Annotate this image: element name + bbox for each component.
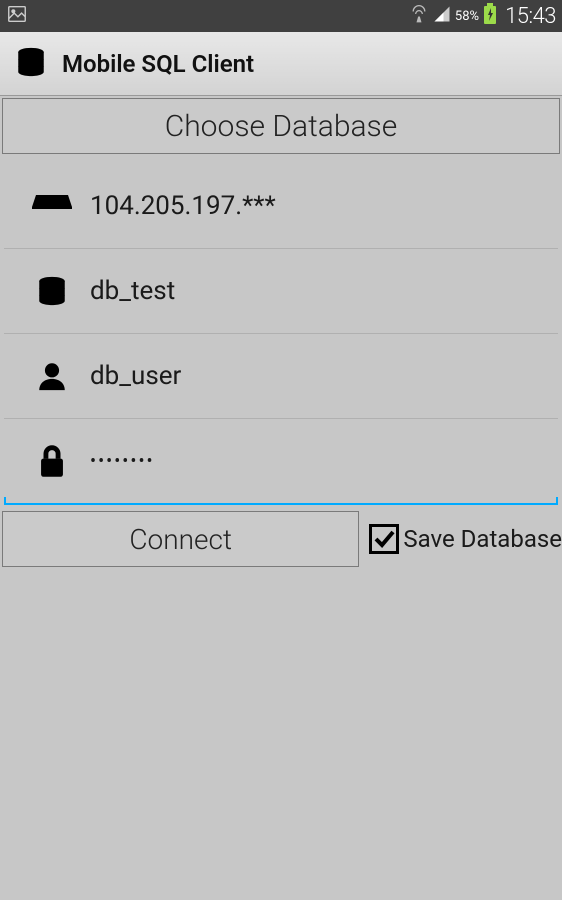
user-value: db_user	[90, 361, 181, 391]
signal-icon	[433, 5, 451, 27]
save-database-option[interactable]: Save Database	[361, 509, 562, 569]
checkmark-icon	[372, 525, 396, 553]
battery-charging-icon	[483, 3, 497, 29]
save-database-label: Save Database	[403, 525, 562, 553]
user-icon	[32, 356, 72, 396]
battery-percentage: 58%	[455, 9, 479, 24]
image-notification-icon	[6, 3, 28, 29]
connect-label: Connect	[129, 523, 232, 556]
save-database-checkbox[interactable]	[369, 524, 399, 554]
choose-database-button[interactable]: Choose Database	[2, 98, 560, 154]
database-value: db_test	[90, 276, 175, 306]
server-field[interactable]: 104.205.197.***	[4, 164, 558, 249]
password-field[interactable]: ••••••••	[4, 419, 558, 505]
lock-icon	[32, 441, 72, 481]
server-icon	[32, 186, 72, 226]
hotspot-icon	[409, 4, 429, 28]
server-value: 104.205.197.***	[90, 191, 276, 221]
status-time: 15:43	[505, 4, 556, 29]
database-icon	[32, 271, 72, 311]
connection-form: 104.205.197.*** db_test db_user ••••••••	[0, 156, 562, 505]
action-row: Connect Save Database	[0, 509, 562, 569]
app-title: Mobile SQL Client	[62, 50, 254, 78]
choose-database-label: Choose Database	[165, 109, 398, 144]
user-field[interactable]: db_user	[4, 334, 558, 419]
database-field[interactable]: db_test	[4, 249, 558, 334]
password-value: ••••••••	[90, 451, 155, 472]
app-bar: Mobile SQL Client	[0, 32, 562, 96]
database-icon	[14, 45, 48, 83]
android-status-bar: 58% 15:43	[0, 0, 562, 32]
connect-button[interactable]: Connect	[2, 511, 359, 567]
